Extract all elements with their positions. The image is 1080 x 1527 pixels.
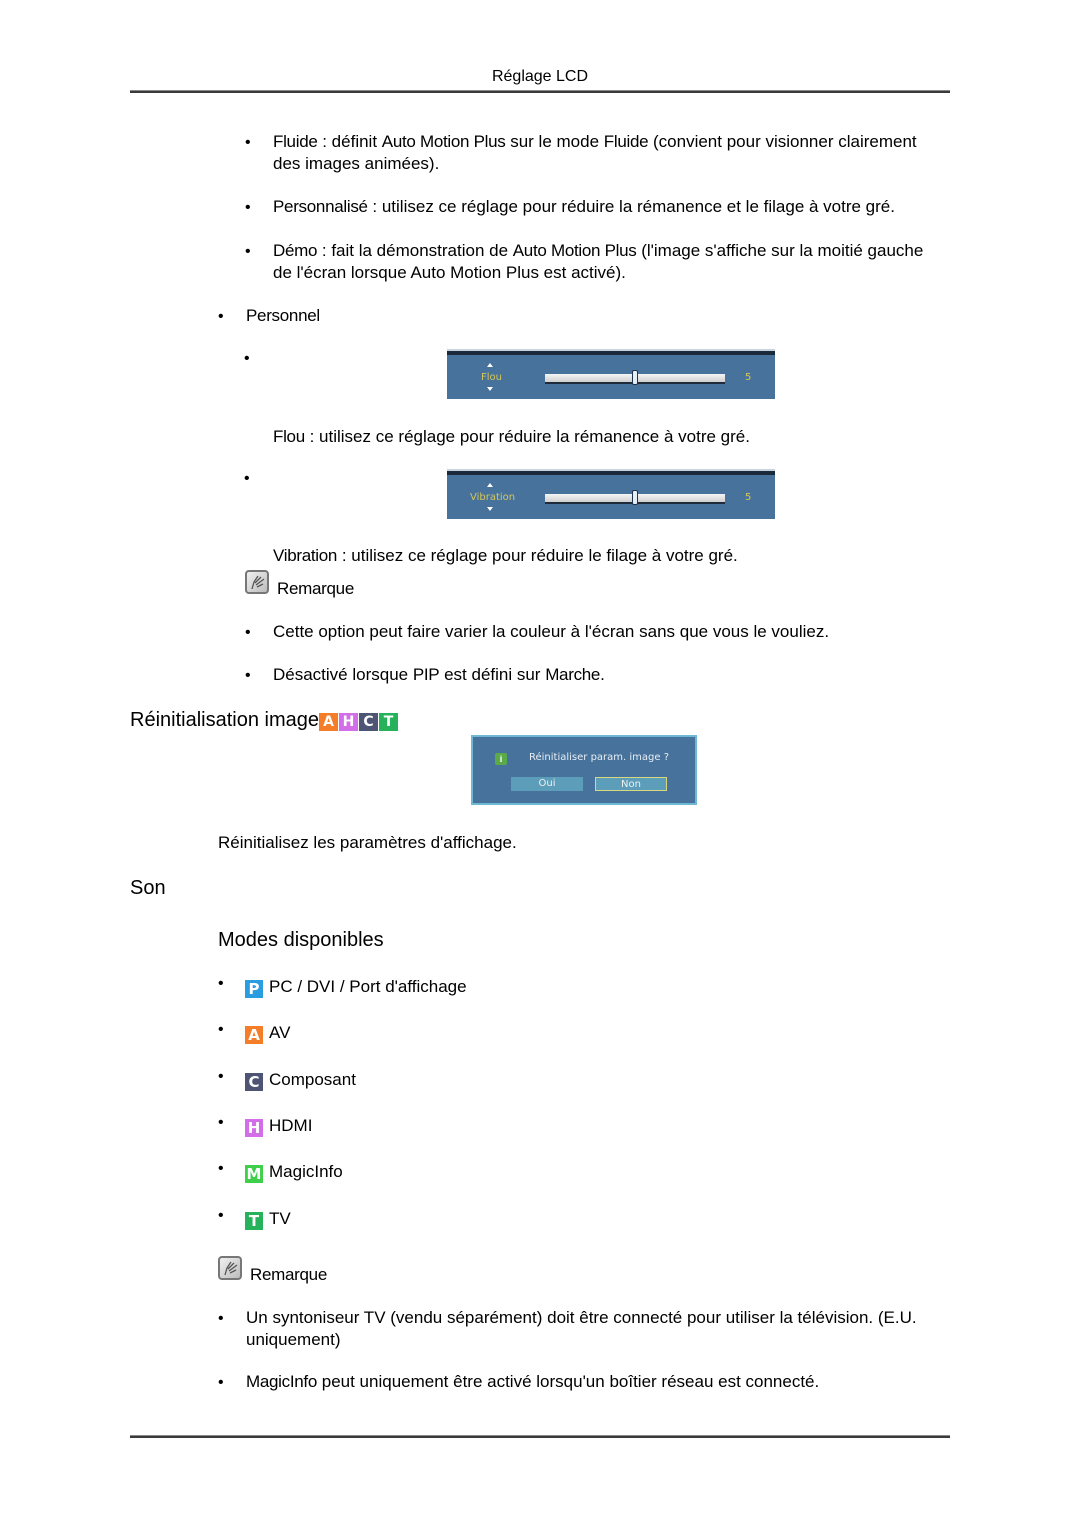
list-item-fluide: Fluide : définit Auto Motion Plus sur le… <box>273 132 917 173</box>
mode-h-icon: H <box>245 1118 263 1137</box>
vibration-slider-value: 5 <box>745 492 752 503</box>
flou-description: Flou : utilisez ce réglage pour réduire … <box>273 427 750 446</box>
list-item-personnalise: Personnalisé : utilisez ce réglage pour … <box>273 197 895 216</box>
source-badge-c-icon: C <box>358 713 378 731</box>
mode-t-icon: T <box>245 1211 263 1230</box>
source-badges: AHCT <box>318 709 399 731</box>
bullet: • <box>245 667 251 684</box>
personnel-label: Personnel <box>246 306 320 325</box>
mode-m-icon: M <box>245 1165 263 1184</box>
bullet: • <box>218 1206 224 1224</box>
note-item: Désactivé lorsque PIP est défini sur Mar… <box>273 665 605 684</box>
flou-slider-track[interactable] <box>545 370 725 385</box>
note-icon <box>245 570 269 594</box>
mode-label: PC / DVI / Port d'affichage <box>269 977 467 996</box>
bullet: • <box>218 1113 224 1131</box>
vibration-slider-label: Vibration <box>470 492 516 503</box>
reset-description: Réinitialisez les paramètres d'affichage… <box>218 833 517 852</box>
arrow-down-icon[interactable] <box>487 387 493 391</box>
bullet: • <box>218 975 224 992</box>
bullet: • <box>218 1160 224 1178</box>
dialog-question: Réinitialiser param. image ? <box>529 752 670 763</box>
note-item: MagicInfo peut uniquement être activé lo… <box>246 1372 820 1391</box>
note-item: Cette option peut faire varier la couleu… <box>273 622 830 641</box>
note-icon <box>218 1256 242 1280</box>
mode-label: Composant <box>269 1069 356 1089</box>
mode-p-icon: P <box>245 980 263 998</box>
reset-section-heading: Réinitialisation image A H C T <box>130 709 399 732</box>
source-badge-t-icon: T <box>378 713 398 731</box>
arrow-up-icon[interactable] <box>487 363 493 367</box>
bullet: • <box>218 1067 224 1085</box>
vibration-description: Vibration : utilisez ce réglage pour réd… <box>273 546 738 565</box>
mode-c-icon: C <box>245 1072 263 1091</box>
note-title: Remarque <box>250 1265 327 1284</box>
bullet: • <box>218 1021 224 1039</box>
mode-label: MagicInfo <box>269 1162 343 1182</box>
mode-item: T TV <box>245 1208 291 1230</box>
flou-slider-panel: Flou 5 <box>447 349 775 399</box>
no-button[interactable]: Non <box>595 777 667 791</box>
bullet: • <box>218 1374 224 1391</box>
bullet: • <box>245 624 251 641</box>
mode-label: TV <box>269 1208 291 1228</box>
vibration-slider-track[interactable] <box>545 490 725 505</box>
page-header-title: Réglage LCD <box>491 68 589 85</box>
list-item-demo: Démo : fait la démonstration de Auto Mot… <box>273 241 924 282</box>
footer-divider <box>130 1435 950 1438</box>
bullet: • <box>244 350 250 367</box>
mode-label: HDMI <box>269 1115 313 1135</box>
vibration-slider-panel: Vibration 5 <box>447 469 775 519</box>
reset-dialog: i Réinitialiser param. image ? Oui Non <box>471 735 697 805</box>
mode-item: A AV <box>245 1022 291 1045</box>
modes-heading: Modes disponibles <box>218 929 384 951</box>
header-divider <box>130 90 950 93</box>
mode-item: C Composant <box>245 1069 356 1091</box>
arrow-down-icon[interactable] <box>487 507 493 511</box>
bullet: • <box>245 134 251 151</box>
son-heading: Son <box>130 877 166 899</box>
bullet: • <box>218 308 224 325</box>
bullet: • <box>244 470 250 487</box>
arrow-up-icon[interactable] <box>487 483 493 487</box>
mode-item: H HDMI <box>245 1115 312 1137</box>
mode-item: P PC / DVI / Port d'affichage <box>245 976 467 998</box>
yes-button[interactable]: Oui <box>511 777 583 791</box>
info-icon: i <box>495 753 507 765</box>
note-title: Remarque <box>277 579 354 598</box>
mode-a-icon: A <box>245 1026 263 1045</box>
vibration-slider-thumb[interactable] <box>632 490 638 505</box>
bullet: • <box>245 243 251 260</box>
bullet: • <box>218 1310 224 1327</box>
mode-label: AV <box>269 1023 291 1043</box>
note-item: Un syntoniseur TV (vendu séparément) doi… <box>246 1308 917 1349</box>
flou-slider-value: 5 <box>745 372 752 383</box>
source-badge-h-icon: H <box>338 713 358 731</box>
mode-item: M MagicInfo <box>245 1161 343 1184</box>
flou-slider-thumb[interactable] <box>632 370 638 385</box>
bullet: • <box>245 199 251 216</box>
flou-slider-label: Flou <box>481 372 502 383</box>
source-badge-a-icon: A <box>318 713 338 731</box>
